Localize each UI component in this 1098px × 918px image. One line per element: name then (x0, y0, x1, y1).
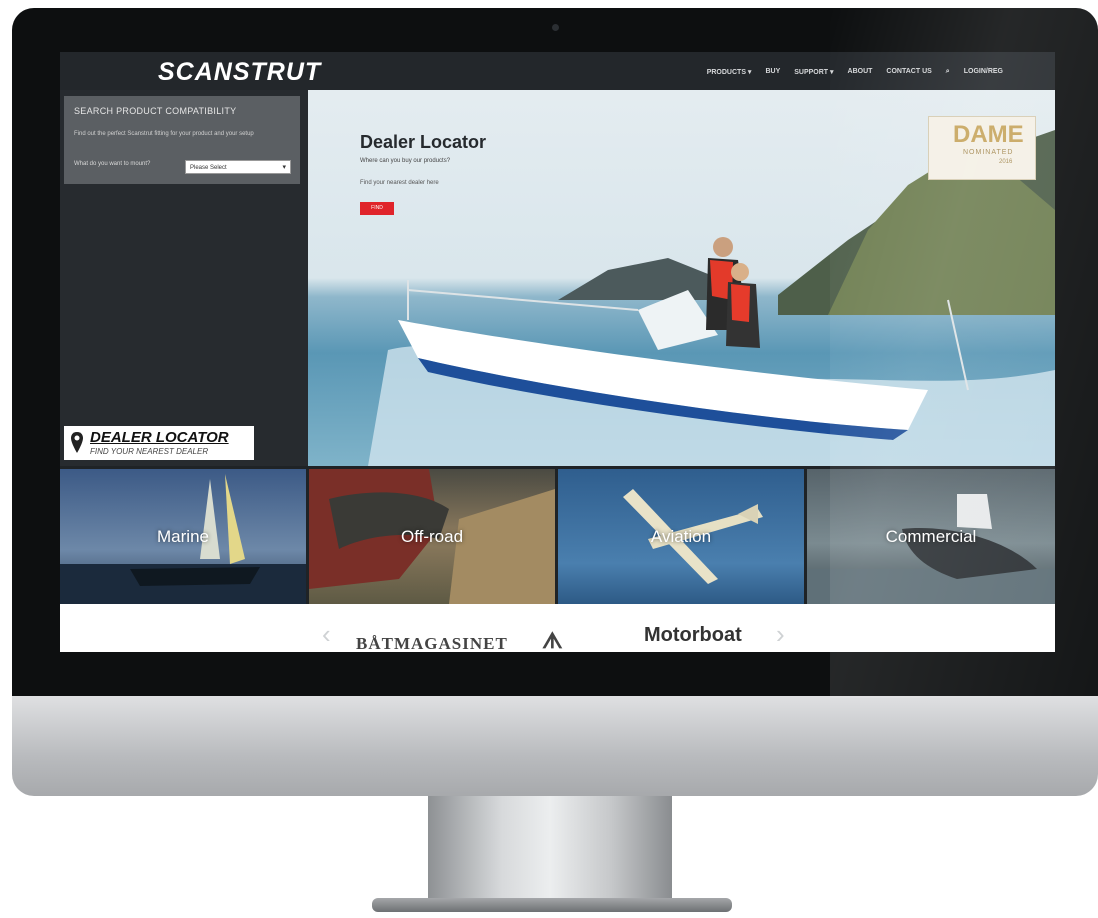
scanstrut-logo[interactable]: SCANSTRUT (158, 58, 321, 87)
nav-contact[interactable]: CONTACT US (886, 68, 931, 76)
monitor-chin (12, 696, 1098, 796)
mount-question-label: What do you want to mount? (74, 161, 151, 167)
panel-description: Find out the perfect Scanstrut fitting f… (74, 131, 254, 137)
nav-about[interactable]: ABOUT (848, 68, 873, 76)
category-tiles: Marine Off-road Aviation Commercial (60, 469, 1055, 604)
brand-carousel: ‹ BÅTMAGASINET ᗑ Motorboat › (60, 604, 1055, 652)
chevron-left-icon[interactable]: ‹ (322, 621, 331, 647)
category-label: Commercial (885, 527, 977, 546)
dealer-locator-title: DEALER LOCATOR (90, 429, 229, 446)
mount-select[interactable]: Please Select ▾ (185, 160, 291, 174)
category-commercial[interactable]: Commercial (807, 469, 1055, 604)
search-icon[interactable]: ⌕ (946, 68, 950, 76)
select-value: Please Select (190, 165, 227, 171)
nav-login[interactable]: LOGIN/REG (964, 68, 1003, 76)
find-dealer-button[interactable]: FIND (360, 202, 394, 215)
main-menu: PRODUCTS ▾ BUY SUPPORT ▾ ABOUT CONTACT U… (707, 68, 1003, 76)
hero-banner: Dealer Locator Where can you buy our pro… (308, 90, 1055, 466)
monitor-stand (428, 796, 672, 904)
hero-subtitle: Where can you buy our products? (360, 158, 451, 164)
badge-year: 2016 (999, 159, 1013, 165)
badge-main: DAME (953, 121, 1024, 148)
category-label: Aviation (650, 527, 712, 546)
brand-logo-emblem: ᗑ (542, 628, 563, 652)
monitor-foot (372, 898, 732, 912)
dealer-locator-subtitle: FIND YOUR NEAREST DEALER (90, 447, 209, 456)
dame-award-badge: DAME NOMINATED 2016 (928, 116, 1036, 180)
badge-sub: NOMINATED (963, 149, 1014, 156)
nav-support[interactable]: SUPPORT ▾ (794, 68, 833, 76)
webcam-icon (552, 24, 559, 31)
category-label: Off-road (400, 527, 464, 546)
nav-buy[interactable]: BUY (765, 68, 780, 76)
chevron-down-icon: ▾ (282, 164, 286, 171)
sidebar: SEARCH PRODUCT COMPATIBILITY Find out th… (60, 90, 308, 466)
category-offroad[interactable]: Off-road (309, 469, 555, 604)
chevron-right-icon[interactable]: › (776, 621, 785, 647)
hero-title: Dealer Locator (360, 132, 487, 152)
nav-products[interactable]: PRODUCTS ▾ (707, 68, 752, 76)
dealer-locator-banner[interactable]: DEALER LOCATOR FIND YOUR NEAREST DEALER (64, 426, 254, 460)
compatibility-search-panel: SEARCH PRODUCT COMPATIBILITY Find out th… (64, 96, 300, 184)
category-label: Marine (157, 527, 209, 546)
category-aviation[interactable]: Aviation (558, 469, 804, 604)
brand-logo-batmagasinet: BÅTMAGASINET (356, 634, 508, 652)
category-marine[interactable]: Marine (60, 469, 306, 604)
top-navigation: SCANSTRUT PRODUCTS ▾ BUY SUPPORT ▾ ABOUT… (60, 52, 1055, 90)
panel-title: SEARCH PRODUCT COMPATIBILITY (74, 106, 237, 116)
brand-logo-motorboat: Motorboat (644, 624, 742, 646)
hero-subtitle-2: Find your nearest dealer here (360, 180, 439, 186)
website-screen: SCANSTRUT PRODUCTS ▾ BUY SUPPORT ▾ ABOUT… (60, 52, 1055, 652)
map-pin-icon (71, 432, 83, 453)
